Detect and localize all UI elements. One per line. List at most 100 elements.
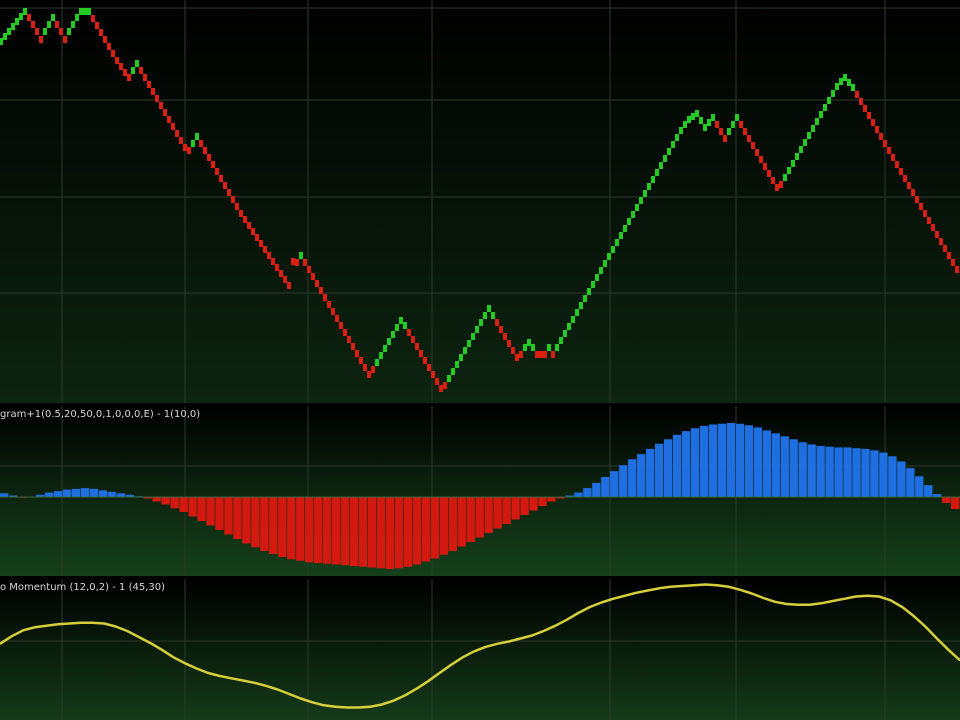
brick-97	[387, 338, 391, 345]
histogram-bar-103	[924, 485, 933, 497]
brick-75	[299, 252, 303, 259]
histogram-bar-38	[340, 497, 350, 566]
histogram-bar-29	[260, 497, 269, 551]
brick-79	[315, 280, 319, 287]
histogram-bar-17	[152, 497, 161, 502]
momentum-point-16	[184, 662, 186, 665]
brick-110	[439, 385, 443, 392]
momentum-point-12	[138, 636, 140, 638]
histogram-bar-75	[672, 434, 682, 497]
momentum-point-46	[531, 634, 533, 637]
brick-91	[363, 364, 367, 371]
brick-153	[611, 246, 615, 253]
histogram-bar-49	[439, 497, 448, 555]
brick-142	[567, 323, 571, 330]
histogram-bar-8	[71, 488, 81, 497]
brick-230	[919, 203, 923, 210]
momentum-point-21	[242, 679, 244, 682]
histogram-bar-56	[502, 497, 511, 524]
histogram-bar-61	[547, 497, 556, 502]
brick-98	[391, 331, 395, 338]
brick-28	[111, 50, 115, 57]
brick-69	[275, 264, 279, 271]
histogram-bar-74	[663, 439, 673, 497]
histogram-bar-31	[278, 497, 287, 557]
brick-187	[747, 135, 751, 142]
histogram-bar-69	[619, 465, 628, 497]
histogram-bar-78	[699, 425, 709, 497]
brick-197	[787, 167, 791, 174]
histogram-bar-72	[645, 448, 655, 497]
momentum-point-26	[299, 697, 302, 700]
brick-1	[3, 33, 7, 40]
momentum-panel-label: o Momentum (12,0,2) - 1 (45,30)	[0, 582, 165, 593]
momentum-point-4	[45, 625, 48, 627]
histogram-bar-57	[511, 497, 520, 520]
brick-93	[371, 366, 375, 373]
histogram-bar-9	[80, 488, 90, 497]
histogram-bar-18	[161, 497, 170, 505]
momentum-point-47	[542, 630, 545, 632]
brick-33	[131, 67, 135, 74]
brick-221	[883, 140, 887, 147]
histogram-bar-20	[179, 497, 188, 512]
brick-162	[647, 183, 651, 190]
histogram-bar-91	[816, 445, 825, 497]
histogram-bar-79	[708, 424, 718, 497]
brick-236	[943, 245, 947, 252]
brick-143	[571, 316, 575, 323]
momentum-point-6	[68, 622, 71, 625]
histogram-bar-45	[403, 497, 413, 567]
histogram-bar-93	[834, 447, 843, 497]
histogram-bar-6	[53, 491, 63, 497]
panel-separator-1	[0, 403, 960, 406]
brick-51	[203, 147, 207, 154]
brick-76	[303, 259, 307, 266]
brick-218	[871, 119, 875, 126]
brick-152	[607, 253, 611, 260]
brick-8	[31, 21, 35, 28]
brick-222	[887, 147, 891, 154]
brick-90	[359, 357, 363, 364]
momentum-point-39	[450, 664, 452, 666]
histogram-bar-43	[385, 497, 395, 569]
brick-201	[803, 139, 807, 146]
momentum-point-81	[936, 637, 938, 640]
brick-210	[839, 78, 843, 85]
momentum-point-64	[739, 589, 741, 591]
brick-67	[267, 252, 271, 259]
brick-95	[379, 352, 383, 359]
brick-150	[599, 267, 603, 274]
brick-172	[687, 116, 691, 123]
histogram-bar-39	[349, 497, 359, 566]
brick-36	[143, 74, 147, 81]
brick-203	[811, 125, 815, 132]
brick-3	[11, 23, 15, 30]
brick-48	[191, 140, 195, 147]
momentum-point-8	[91, 622, 94, 624]
histogram-bar-36	[322, 497, 332, 564]
momentum-point-30	[346, 706, 348, 709]
panel-separator-2	[0, 576, 960, 579]
brick-9	[35, 28, 39, 35]
histogram-bar-90	[807, 444, 816, 497]
brick-189	[755, 149, 759, 156]
histogram-bar-101	[906, 468, 915, 497]
histogram-bar-80	[717, 423, 727, 497]
brick-207	[827, 97, 831, 104]
histogram-bar-53	[475, 497, 484, 538]
brick-31	[123, 69, 127, 76]
momentum-point-11	[126, 630, 128, 632]
histogram-bar-32	[287, 497, 296, 560]
brick-2	[7, 28, 11, 35]
brick-136	[543, 351, 547, 358]
momentum-point-10	[114, 625, 117, 628]
brick-196	[783, 174, 787, 181]
brick-84	[335, 315, 339, 322]
histogram-bar-55	[493, 497, 502, 529]
brick-122	[487, 305, 491, 312]
brick-29	[115, 57, 119, 64]
brick-87	[347, 336, 351, 343]
brick-15	[59, 28, 63, 35]
histogram-bar-40	[358, 497, 368, 567]
